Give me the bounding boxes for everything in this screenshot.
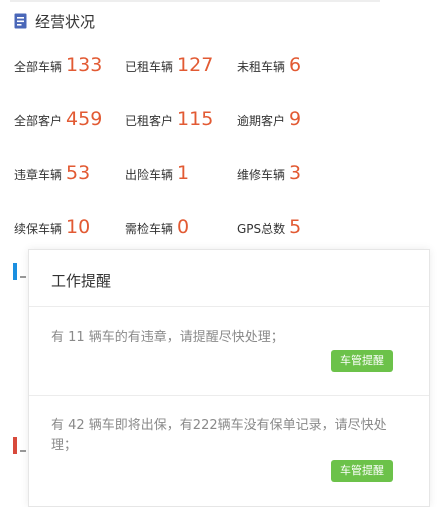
top-divider (10, 0, 380, 2)
stat-label: 维修车辆 (237, 168, 286, 182)
stat-value: 9 (289, 108, 302, 130)
stat-renewal-vehicles: 续保车辆 10 (14, 216, 90, 238)
stat-label: 违章车辆 (14, 168, 63, 182)
stat-label: 全部客户 (14, 114, 63, 128)
panel-title: 工作提醒 (51, 272, 112, 290)
stat-label: 出险车辆 (125, 168, 174, 182)
stat-value: 1 (177, 162, 190, 184)
stat-value: 10 (66, 216, 91, 238)
stat-value: 127 (177, 54, 214, 76)
stat-renting-customers: 已租客户 115 (125, 108, 213, 130)
section-marker-red (13, 437, 17, 454)
stat-label: 已租车辆 (125, 60, 174, 74)
section-marker-stub (20, 276, 26, 278)
stat-label: 全部车辆 (14, 60, 63, 74)
stat-violation-vehicles: 违章车辆 53 (14, 162, 90, 184)
panel-divider (29, 306, 429, 307)
stat-value: 459 (66, 108, 103, 130)
section-marker-stub (20, 450, 26, 452)
stat-label: 已租客户 (125, 114, 174, 128)
stat-label: 未租车辆 (237, 60, 286, 74)
stat-repair-vehicles: 维修车辆 3 (237, 162, 301, 184)
stat-total-vehicles: 全部车辆 133 (14, 54, 102, 76)
stat-value: 115 (177, 108, 214, 130)
stat-value: 3 (289, 162, 302, 184)
stat-value: 133 (66, 54, 103, 76)
stat-label: 需检车辆 (125, 222, 174, 236)
stat-value: 0 (177, 216, 190, 238)
vehicle-reminder-button[interactable]: 车管提醒 (331, 350, 393, 372)
section-marker-blue (13, 263, 17, 280)
notice-violation-text: 有 11 辆车的有违章，请提醒尽快处理； (51, 330, 284, 345)
stat-label: 逾期客户 (237, 114, 286, 128)
stat-label: GPS总数 (237, 222, 286, 236)
section-header: 经营状况 (14, 10, 95, 32)
stat-gps-total: GPS总数 5 (237, 216, 301, 238)
stat-rented-vehicles: 已租车辆 127 (125, 54, 213, 76)
vehicle-reminder-button[interactable]: 车管提醒 (331, 460, 393, 482)
stat-value: 53 (66, 162, 91, 184)
panel-divider (29, 395, 429, 396)
work-reminder-panel: 工作提醒 有 11 辆车的有违章，请提醒尽快处理； 车管提醒 有 42 辆车即将… (28, 249, 430, 507)
stat-accident-vehicles: 出险车辆 1 (125, 162, 189, 184)
section-title: 经营状况 (35, 12, 96, 31)
stat-overdue-customers: 逾期客户 9 (237, 108, 301, 130)
notice-insurance-text: 有 42 辆车即将出保，有222辆车没有保单记录，请尽快处理； (51, 418, 387, 453)
stat-value: 5 (289, 216, 302, 238)
stat-total-customers: 全部客户 459 (14, 108, 102, 130)
stat-unrented-vehicles: 未租车辆 6 (237, 54, 301, 76)
stat-value: 6 (289, 54, 302, 76)
stat-inspection-vehicles: 需检车辆 0 (125, 216, 189, 238)
document-icon (14, 13, 27, 28)
stat-label: 续保车辆 (14, 222, 63, 236)
